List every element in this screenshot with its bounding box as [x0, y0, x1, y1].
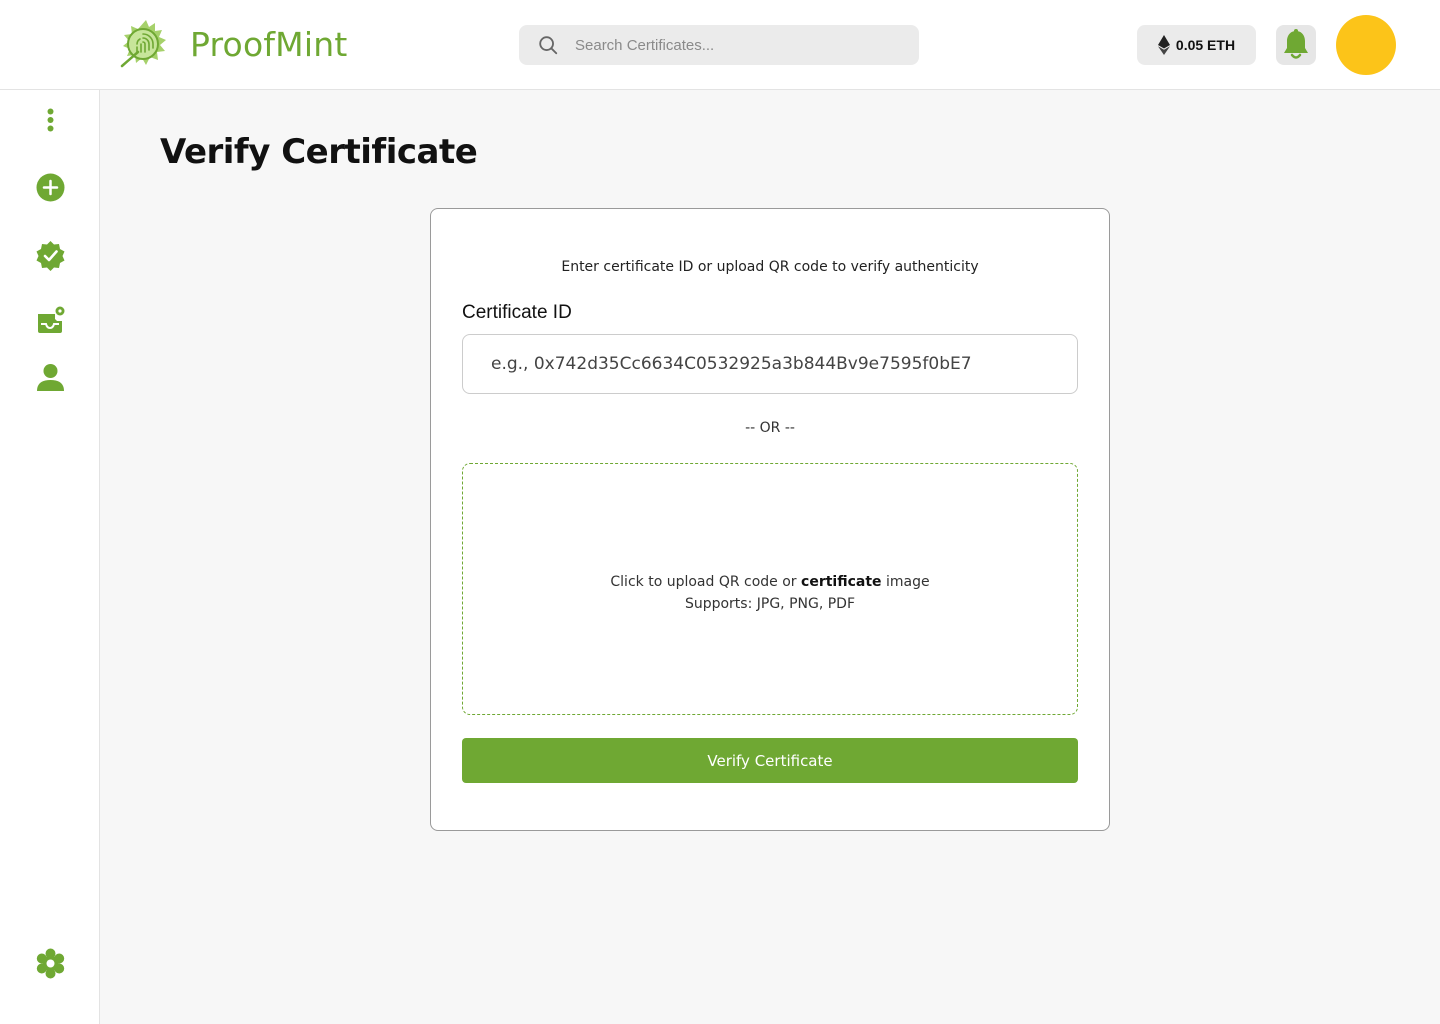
notifications-button[interactable]: [1276, 25, 1316, 65]
sidebar-item-manage[interactable]: [35, 305, 66, 336]
upload-instructions-bold: certificate: [801, 574, 882, 590]
ethereum-icon: [1157, 35, 1170, 55]
search-bar[interactable]: [519, 25, 919, 65]
brand-logo[interactable]: ProofMint: [116, 18, 347, 70]
sidebar-item-menu[interactable]: [35, 105, 66, 136]
more-vertical-icon: [47, 108, 54, 132]
verified-badge-icon: [36, 241, 65, 271]
verify-card: Enter certificate ID or upload QR code t…: [430, 208, 1110, 831]
sidebar-item-verify[interactable]: [35, 240, 66, 271]
brand-name: ProofMint: [190, 24, 348, 64]
leaf-fingerprint-logo-icon: [120, 20, 166, 68]
add-circle-icon: [36, 173, 65, 202]
settings-gear-icon: [36, 948, 65, 979]
page-title: Verify Certificate: [160, 132, 478, 172]
card-subtitle: Enter certificate ID or upload QR code t…: [561, 259, 979, 275]
top-bar: ProofMint 0.05 ETH: [0, 0, 1440, 90]
search-input[interactable]: [575, 36, 895, 54]
qr-upload-dropzone[interactable]: Click to upload QR code or certificate i…: [462, 463, 1078, 715]
or-divider: -- OR --: [745, 420, 795, 436]
verify-certificate-button[interactable]: Verify Certificate: [462, 738, 1078, 783]
upload-instructions-prefix: Click to upload QR code or: [610, 574, 802, 590]
search-icon: [539, 36, 558, 55]
user-avatar[interactable]: [1336, 15, 1396, 75]
sidebar-item-create[interactable]: [35, 172, 66, 203]
upload-instructions-suffix: image: [881, 574, 930, 590]
inbox-settings-icon: [38, 306, 65, 333]
user-icon: [37, 364, 64, 391]
sidebar: [0, 90, 100, 1024]
supported-formats: Supports: JPG, PNG, PDF: [684, 596, 856, 612]
certificate-id-label: Certificate ID: [462, 302, 572, 323]
sidebar-item-profile[interactable]: [35, 362, 66, 393]
wallet-balance[interactable]: 0.05 ETH: [1137, 25, 1256, 65]
sidebar-item-settings[interactable]: [35, 948, 66, 979]
certificate-id-input[interactable]: [462, 334, 1078, 394]
wallet-balance-label: 0.05 ETH: [1175, 37, 1236, 53]
upload-instructions: Click to upload QR code or certificate i…: [463, 574, 1077, 590]
bell-icon: [1284, 29, 1308, 59]
